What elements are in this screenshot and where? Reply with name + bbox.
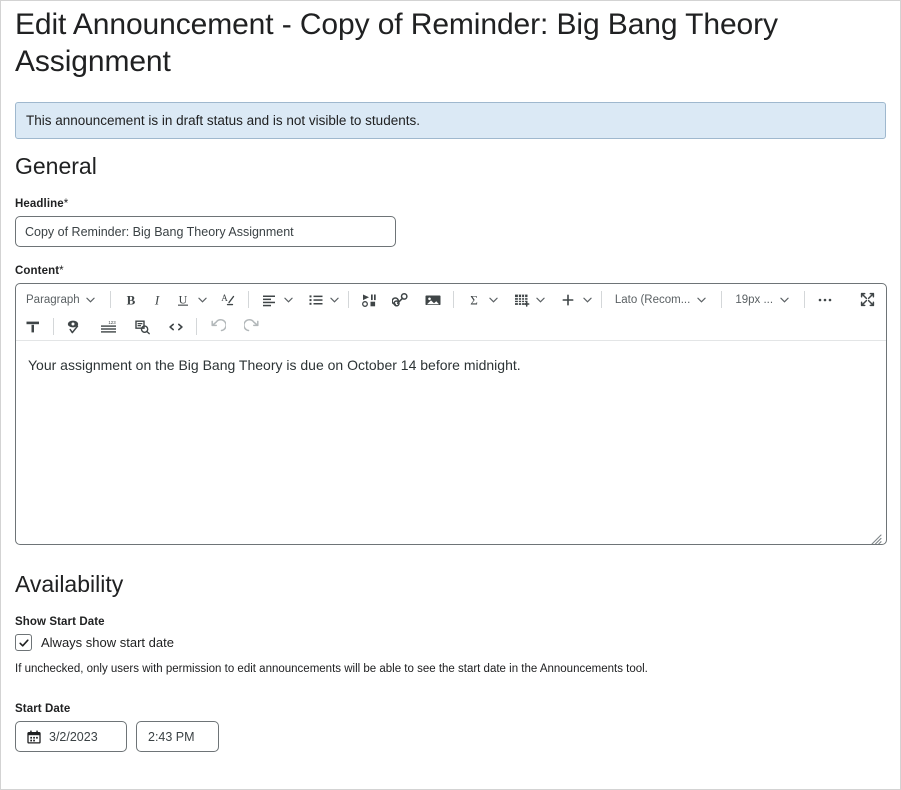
start-date-input[interactable]: 3/2/2023	[15, 721, 127, 753]
italic-icon[interactable]: I	[144, 287, 170, 312]
source-code-icon[interactable]	[163, 314, 189, 339]
fullscreen-icon[interactable]	[854, 287, 880, 312]
insert-media-icon[interactable]	[356, 287, 382, 312]
insert-equation-icon[interactable]: Σ	[461, 287, 487, 312]
show-start-date-label: Show Start Date	[15, 616, 105, 629]
format-painter-icon[interactable]	[20, 314, 46, 339]
section-heading-general: General	[15, 153, 97, 180]
editor-toolbar-row-2: 123	[18, 313, 884, 340]
underline-chevron-down-icon[interactable]	[196, 297, 209, 303]
start-time-value: 2:43 PM	[148, 729, 195, 744]
toolbar-divider	[721, 291, 723, 309]
toolbar-divider	[109, 291, 111, 309]
toolbar-divider	[196, 318, 197, 336]
editor-content-text: Your assignment on the Big Bang Theory i…	[28, 357, 521, 374]
align-left-icon[interactable]	[256, 287, 282, 312]
word-count-icon[interactable]: 123	[95, 314, 121, 339]
always-show-start-date-checkbox[interactable]	[15, 634, 32, 652]
start-time-input[interactable]: 2:43 PM	[136, 721, 219, 753]
start-date-fields: 3/2/2023 2:43 PM	[15, 721, 886, 753]
svg-text:123: 123	[108, 320, 116, 325]
undo-icon[interactable]	[204, 314, 230, 339]
font-size-chevron-down-icon	[778, 297, 791, 303]
paragraph-style-select[interactable]: Paragraph	[20, 287, 103, 312]
toolbar-divider	[804, 291, 806, 309]
rich-text-editor: Paragraph B I U A Σ Lato (Recom... 19px …	[15, 283, 887, 546]
headline-label-text: Headline	[15, 198, 64, 211]
calendar-icon	[27, 730, 41, 744]
font-family-chevron-down-icon	[695, 297, 708, 303]
svg-text:U: U	[178, 292, 187, 306]
headline-label: Headline*	[15, 198, 886, 210]
editor-toolbar: Paragraph B I U A Σ Lato (Recom... 19px …	[16, 284, 886, 342]
start-date-value: 3/2/2023	[49, 729, 98, 744]
align-chevron-down-icon[interactable]	[282, 297, 295, 303]
font-family-select[interactable]: Lato (Recom...	[609, 287, 714, 312]
editor-content-area[interactable]: Your assignment on the Big Bang Theory i…	[16, 341, 886, 545]
insert-more-chevron-down-icon[interactable]	[581, 297, 594, 303]
toolbar-divider	[53, 318, 54, 336]
editor-toolbar-row-1: Paragraph B I U A Σ Lato (Recom... 19px …	[18, 286, 884, 313]
always-show-start-date-label[interactable]: Always show start date	[41, 635, 174, 650]
content-label-text: Content	[15, 265, 60, 278]
insert-link-icon[interactable]	[388, 287, 414, 312]
start-date-label: Start Date	[15, 703, 71, 716]
headline-required-mark: *	[63, 198, 69, 211]
font-size-select[interactable]: 19px ...	[729, 287, 797, 312]
table-chevron-down-icon[interactable]	[534, 297, 547, 303]
start-date-help-text: If unchecked, only users with permission…	[15, 663, 648, 676]
announcement-edit-page: Edit Announcement - Copy of Reminder: Bi…	[0, 0, 901, 790]
bold-icon[interactable]: B	[118, 287, 144, 312]
content-required-mark: *	[59, 265, 64, 278]
chevron-down-icon	[85, 297, 97, 303]
svg-text:A: A	[221, 293, 228, 303]
svg-text:Σ: Σ	[471, 292, 479, 307]
toolbar-divider	[348, 291, 350, 309]
svg-text:B: B	[126, 292, 135, 307]
preview-icon[interactable]	[129, 314, 155, 339]
always-show-start-date-row[interactable]: Always show start date	[15, 634, 886, 652]
insert-image-icon[interactable]	[420, 287, 446, 312]
underline-icon[interactable]: U	[170, 287, 196, 312]
svg-text:I: I	[154, 292, 160, 307]
insert-more-icon[interactable]	[555, 287, 581, 312]
toolbar-divider	[453, 291, 455, 309]
equation-chevron-down-icon[interactable]	[487, 297, 500, 303]
toolbar-divider	[247, 291, 249, 309]
section-heading-availability: Availability	[15, 571, 124, 598]
toolbar-divider	[600, 291, 602, 309]
headline-input[interactable]	[15, 216, 396, 248]
content-label: Content*	[15, 265, 886, 277]
list-chevron-down-icon[interactable]	[329, 297, 342, 303]
page-title: Edit Announcement - Copy of Reminder: Bi…	[15, 8, 778, 78]
font-size-label: 19px ...	[735, 293, 774, 306]
text-color-icon[interactable]: A	[215, 287, 241, 312]
overflow-menu-icon[interactable]	[812, 287, 838, 312]
draft-status-banner: This announcement is in draft status and…	[15, 102, 886, 140]
editor-resize-handle[interactable]	[871, 530, 882, 545]
font-family-label: Lato (Recom...	[614, 293, 691, 306]
redo-icon[interactable]	[240, 314, 266, 339]
bulleted-list-icon[interactable]	[303, 287, 329, 312]
paragraph-style-label: Paragraph	[26, 293, 80, 306]
draft-status-text: This announcement is in draft status and…	[26, 113, 420, 129]
accessibility-checker-icon[interactable]	[61, 314, 87, 339]
insert-table-icon[interactable]	[508, 287, 534, 312]
